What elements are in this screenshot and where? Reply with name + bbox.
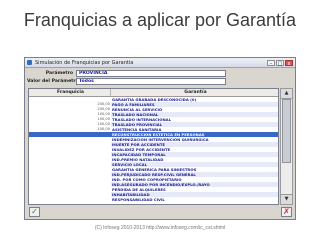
simulation-window: Simulación de Franquicias por Garantía –…	[24, 57, 296, 220]
vertical-scrollbar[interactable]: ▲ ▼	[280, 88, 293, 205]
cross-icon: ✗	[283, 207, 290, 216]
parametro-field[interactable]: PROVINCIA	[76, 70, 226, 77]
checkmark-icon: ✓	[31, 207, 38, 216]
cancel-button[interactable]: ✗	[281, 207, 292, 217]
grid-header: Franquicia Garantía	[29, 89, 278, 97]
scroll-up-icon[interactable]: ▲	[281, 89, 292, 99]
parametro-label: Parámetro	[45, 71, 73, 76]
window-title: Simulación de Franquicias por Garantía	[35, 59, 134, 66]
scroll-down-icon[interactable]: ▼	[281, 194, 292, 204]
minimize-button[interactable]: –	[267, 59, 275, 67]
scroll-thumb[interactable]	[282, 99, 291, 163]
maximize-button[interactable]: □	[276, 59, 284, 67]
franquicia-cell	[29, 197, 111, 202]
valor-field[interactable]: Todos	[76, 78, 226, 85]
window-titlebar[interactable]: Simulación de Franquicias por Garantía –…	[25, 58, 295, 68]
parametro-row: Parámetro PROVINCIA	[27, 70, 226, 77]
grid-rows: GARANTIA GRABADA DESCONOCIDA (0) 200,00 PA…	[29, 97, 278, 202]
garantia-cell: RESPONSABILIDAD CIVIL	[111, 197, 278, 202]
app-icon	[27, 60, 32, 65]
franquicias-grid: Franquicia Garantía GARANTIA GRABADA DES…	[28, 88, 279, 205]
close-button[interactable]: x	[285, 59, 293, 67]
slide-footer: (C) Infoseg 2010-2013 http://www.infoseg…	[94, 225, 226, 231]
window-controls: – □ x	[267, 59, 293, 67]
column-header-franquicia[interactable]: Franquicia	[29, 89, 111, 96]
slide-title: Franquicias a aplicar por Garantía	[23, 10, 297, 30]
column-header-garantia[interactable]: Garantía	[111, 89, 278, 96]
valor-label: Valor del Parámetro	[27, 79, 79, 84]
ok-button[interactable]: ✓	[29, 207, 40, 217]
valor-row: Valor del Parámetro Todos	[27, 78, 226, 85]
table-row[interactable]: RESPONSABILIDAD CIVIL	[29, 197, 278, 202]
